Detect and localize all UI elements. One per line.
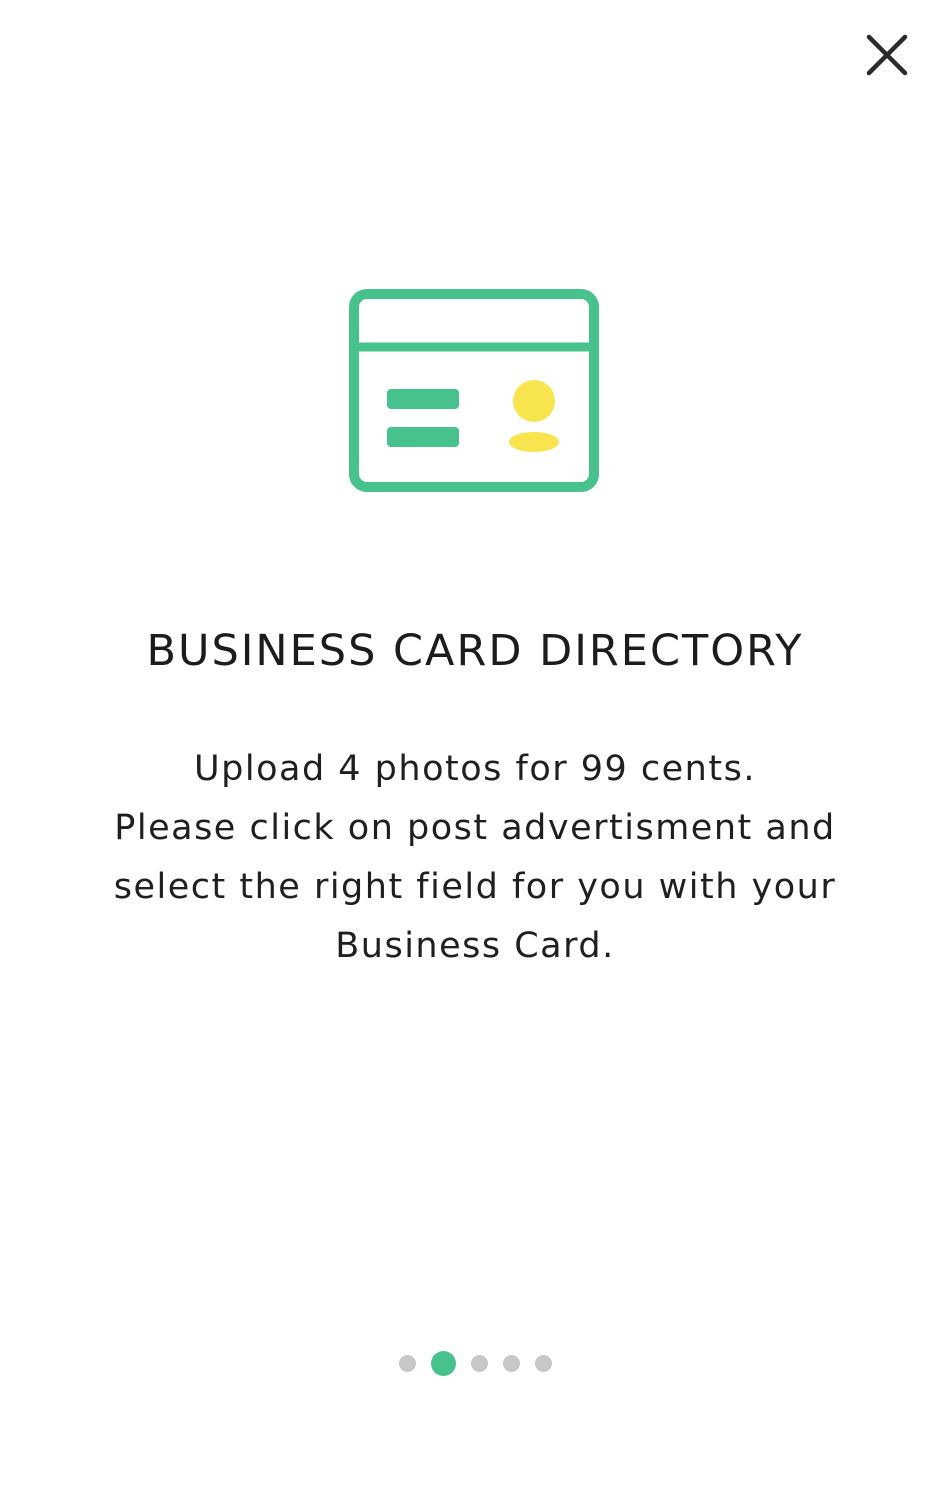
description-line: Business Card. — [335, 926, 615, 966]
person-head-icon — [513, 380, 555, 422]
close-icon — [866, 34, 908, 76]
business-card-illustration — [345, 286, 603, 496]
page-dot-3[interactable] — [470, 1354, 488, 1372]
person-body-icon — [509, 432, 559, 452]
text-line-icon — [387, 427, 459, 447]
business-card-icon — [349, 289, 599, 492]
page-dot-2[interactable] — [430, 1350, 456, 1376]
close-button[interactable] — [862, 30, 912, 80]
description-text: Upload 4 photos for 99 cents. Please cli… — [75, 740, 875, 976]
description-line: select the right field for you with your — [113, 867, 837, 907]
text-line-icon — [387, 389, 459, 409]
page-dot-1[interactable] — [398, 1354, 416, 1372]
page-title: BUSINESS CARD DIRECTORY — [146, 626, 804, 676]
page-indicator — [0, 1350, 950, 1376]
page-dot-5[interactable] — [534, 1354, 552, 1372]
page-dot-4[interactable] — [502, 1354, 520, 1372]
description-line: Upload 4 photos for 99 cents. — [194, 749, 756, 789]
description-line: Please click on post advertisment and — [114, 808, 836, 848]
